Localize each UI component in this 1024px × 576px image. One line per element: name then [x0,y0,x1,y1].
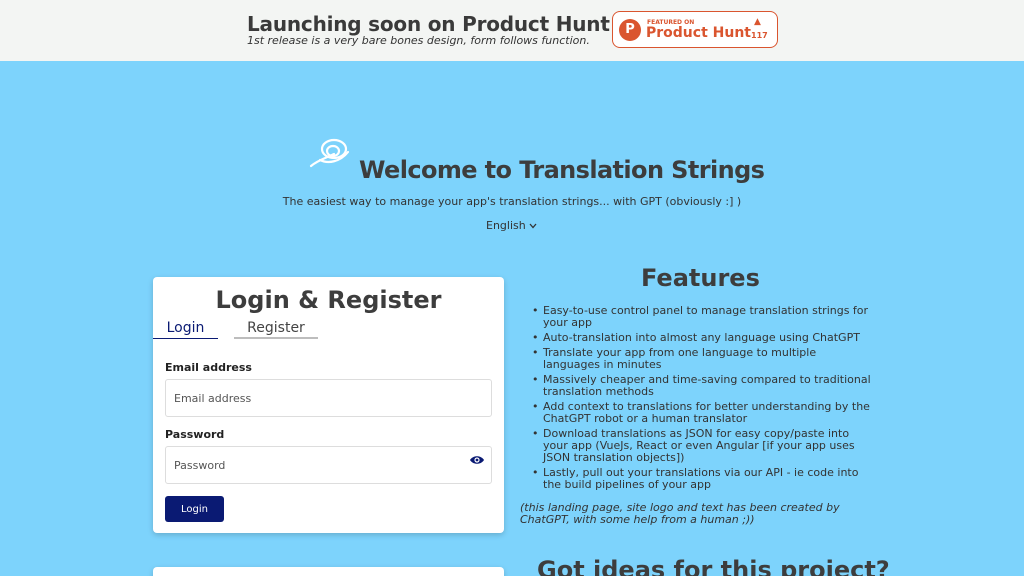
page-title: Welcome to Translation Strings [359,156,765,184]
upvote-arrow-icon: ▲ [754,17,761,27]
list-item: Translate your app from one language to … [530,347,875,371]
banner-title: Launching soon on Product Hunt -> [247,12,642,36]
list-item: Massively cheaper and time-saving compar… [530,374,875,398]
tab-login[interactable]: Login [153,320,218,339]
language-selector[interactable]: English [486,219,537,232]
list-item: Easy-to-use control panel to manage tran… [530,305,875,329]
secondary-card [153,567,504,576]
password-label: Password [165,428,225,441]
chevron-down-icon [529,223,537,229]
product-hunt-badge[interactable]: P FEATURED ON Product Hunt ▲ 117 [612,11,778,48]
list-item: Add context to translations for better u… [530,401,875,425]
banner-subtitle: 1st release is a very bare bones design,… [247,34,590,47]
site-logo-icon [309,138,350,168]
features-footnote: (this landing page, site logo and text h… [520,501,840,526]
product-hunt-name: Product Hunt [646,25,751,41]
list-item: Download translations as JSON for easy c… [530,428,875,464]
eye-icon[interactable] [469,454,485,466]
product-hunt-logo-icon: P [619,19,641,41]
login-register-card: Login & Register Login Register Email ad… [153,277,504,533]
upvote-count: 117 [751,31,768,40]
features-title: Features [641,264,760,292]
language-label: English [486,219,526,232]
login-button[interactable]: Login [165,496,224,522]
email-label: Email address [165,361,252,374]
email-field[interactable] [165,379,492,417]
page-subtitle: The easiest way to manage your app's tra… [282,195,742,208]
list-item: Lastly, pull out your translations via o… [530,467,875,491]
list-item: Auto-translation into almost any languag… [530,332,875,345]
features-list: Easy-to-use control panel to manage tran… [530,305,875,494]
login-register-title: Login & Register [215,286,442,314]
top-banner: Launching soon on Product Hunt -> 1st re… [0,0,1024,61]
tab-register[interactable]: Register [234,320,318,339]
password-field[interactable] [165,446,492,484]
ideas-title: Got ideas for this project? [537,556,890,576]
